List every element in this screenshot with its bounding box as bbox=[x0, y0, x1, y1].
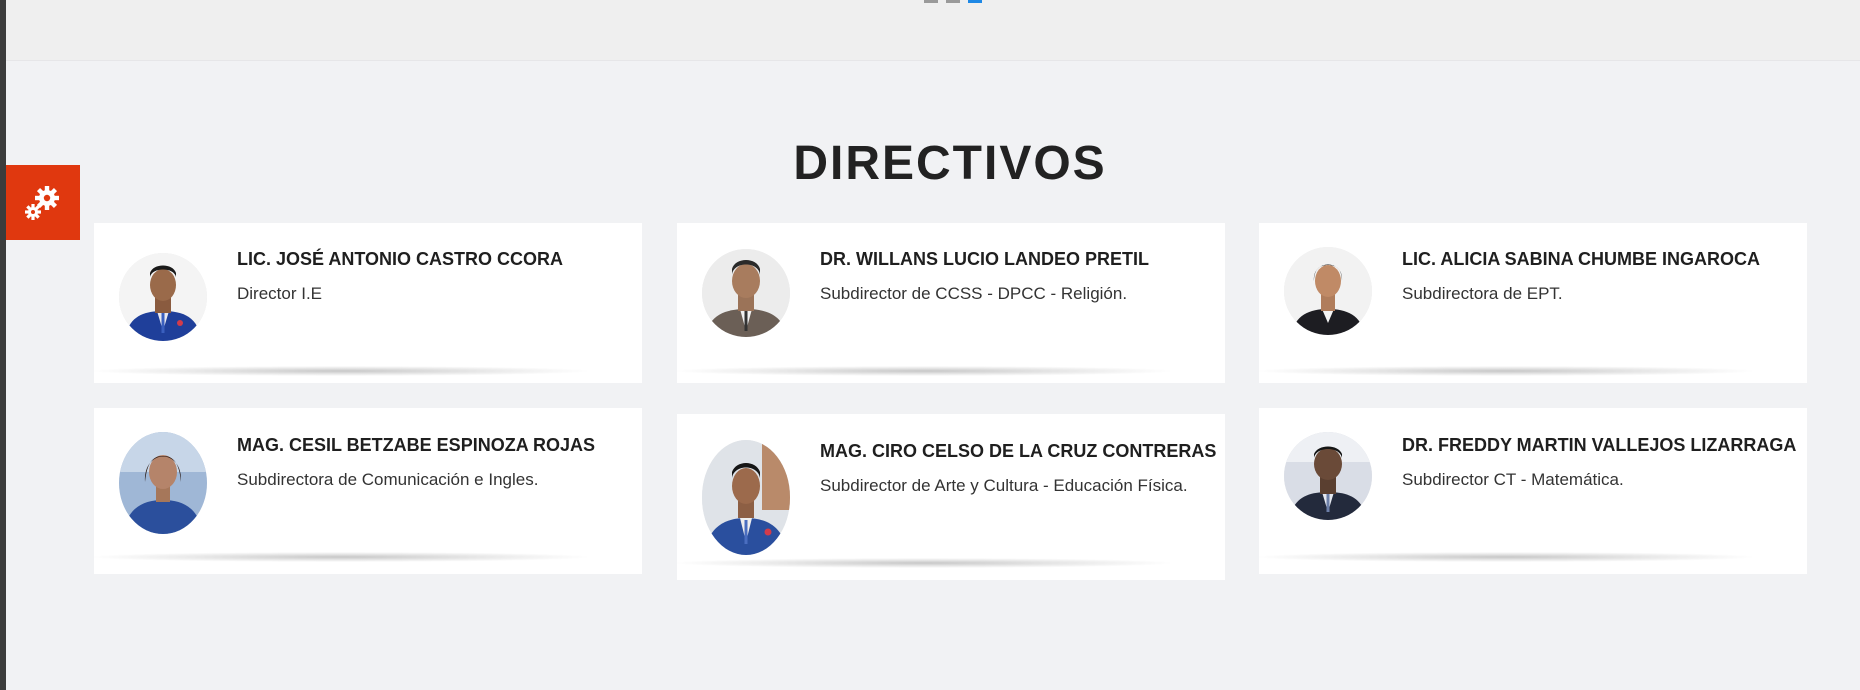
director-role: Director I.E bbox=[237, 284, 323, 303]
left-edge-bar bbox=[0, 0, 6, 690]
slider-pagination bbox=[924, 0, 982, 4]
section-title: DIRECTIVOS bbox=[793, 137, 1107, 190]
director-name: MAG. CIRO CELSO DE LA CRUZ CONTRERAS bbox=[820, 441, 1217, 461]
slider-dot-2[interactable] bbox=[946, 0, 960, 3]
card-shadow bbox=[94, 552, 587, 562]
director-role: Subdirector de Arte y Cultura - Educació… bbox=[820, 476, 1188, 495]
director-role: Subdirector de CCSS - DPCC - Religión. bbox=[820, 284, 1128, 303]
card-shadow bbox=[1259, 552, 1752, 562]
director-photo bbox=[1284, 432, 1372, 520]
director-photo bbox=[119, 432, 207, 534]
director-card: LIC. ALICIA SABINA CHUMBE INGAROCA Subdi… bbox=[1259, 223, 1807, 383]
card-shadow bbox=[677, 366, 1170, 376]
director-name: LIC. ALICIA SABINA CHUMBE INGAROCA bbox=[1402, 249, 1760, 269]
card-shadow bbox=[1259, 366, 1752, 376]
slider-bottom-band bbox=[6, 0, 1860, 61]
director-photo bbox=[702, 249, 790, 337]
director-card: LIC. JOSÉ ANTONIO CASTRO CCORA Director … bbox=[94, 223, 642, 383]
director-card: DR. FREDDY MARTIN VALLEJOS LIZARRAGA Sub… bbox=[1259, 408, 1807, 574]
director-photo bbox=[119, 253, 207, 341]
card-shadow bbox=[94, 366, 587, 376]
slider-dot-3[interactable] bbox=[968, 0, 982, 3]
director-photo bbox=[1284, 247, 1372, 335]
director-name: DR. FREDDY MARTIN VALLEJOS LIZARRAGA bbox=[1402, 435, 1797, 455]
director-name: MAG. CESIL BETZABE ESPINOZA ROJAS bbox=[237, 435, 596, 455]
director-role: Subdirector CT - Matemática. bbox=[1402, 470, 1624, 489]
director-card: DR. WILLANS LUCIO LANDEO PRETIL Subdirec… bbox=[677, 223, 1225, 383]
director-card: MAG. CIRO CELSO DE LA CRUZ CONTRERAS Sub… bbox=[677, 414, 1225, 580]
director-name: LIC. JOSÉ ANTONIO CASTRO CCORA bbox=[237, 249, 564, 269]
director-name: DR. WILLANS LUCIO LANDEO PRETIL bbox=[820, 249, 1149, 269]
director-role: Subdirectora de Comunicación e Ingles. bbox=[237, 470, 539, 489]
director-photo bbox=[702, 440, 790, 555]
card-shadow bbox=[677, 558, 1170, 568]
director-card: MAG. CESIL BETZABE ESPINOZA ROJAS Subdir… bbox=[94, 408, 642, 574]
director-role: Subdirectora de EPT. bbox=[1402, 284, 1563, 303]
slider-dot-1[interactable] bbox=[924, 0, 938, 3]
